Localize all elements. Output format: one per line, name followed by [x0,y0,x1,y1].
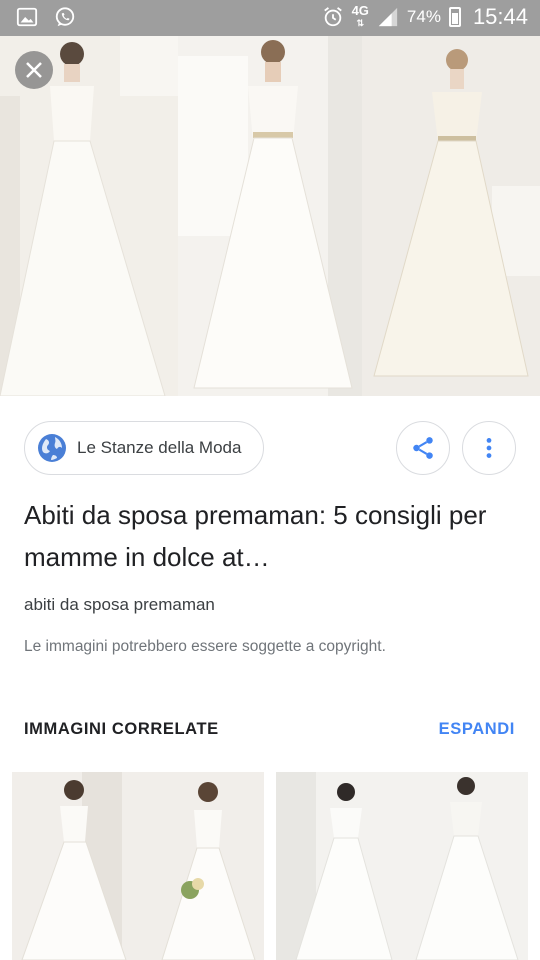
battery-icon [448,7,461,27]
more-vert-icon [486,438,492,458]
expand-link[interactable]: ESPANDI [439,720,515,739]
alarm-icon [323,7,342,27]
copyright-note: Le immagini potrebbero essere soggette a… [24,638,386,655]
related-image-1[interactable] [12,772,264,960]
signal-icon [378,7,398,27]
dress-photo-1 [0,36,178,396]
clock: 15:44 [472,4,528,29]
dress-photo-2 [178,36,362,396]
close-icon [26,62,42,78]
share-icon [413,437,433,459]
share-button[interactable] [396,421,450,475]
source-name: Le Stanze della Moda [77,438,242,457]
source-chip[interactable]: Le Stanze della Moda [24,421,264,475]
related-images-header: IMMAGINI CORRELATE [24,720,219,738]
battery-percent: 74% [406,7,441,26]
globe-icon [38,434,66,462]
dress-photo-3 [362,36,540,396]
status-bar: 4G ⇅ 74% 15:44 [0,0,540,36]
image-subtitle: abiti da sposa premaman [24,595,215,614]
gallery-icon [16,7,38,27]
close-button[interactable] [15,51,53,89]
network-type: 4G ⇅ [351,3,369,28]
related-image-2[interactable] [276,772,528,960]
more-options-button[interactable] [462,421,516,475]
whatsapp-icon [55,7,75,27]
image-title[interactable]: Abiti da sposa premaman: 5 consigli per … [24,494,494,578]
main-image[interactable] [0,36,540,396]
